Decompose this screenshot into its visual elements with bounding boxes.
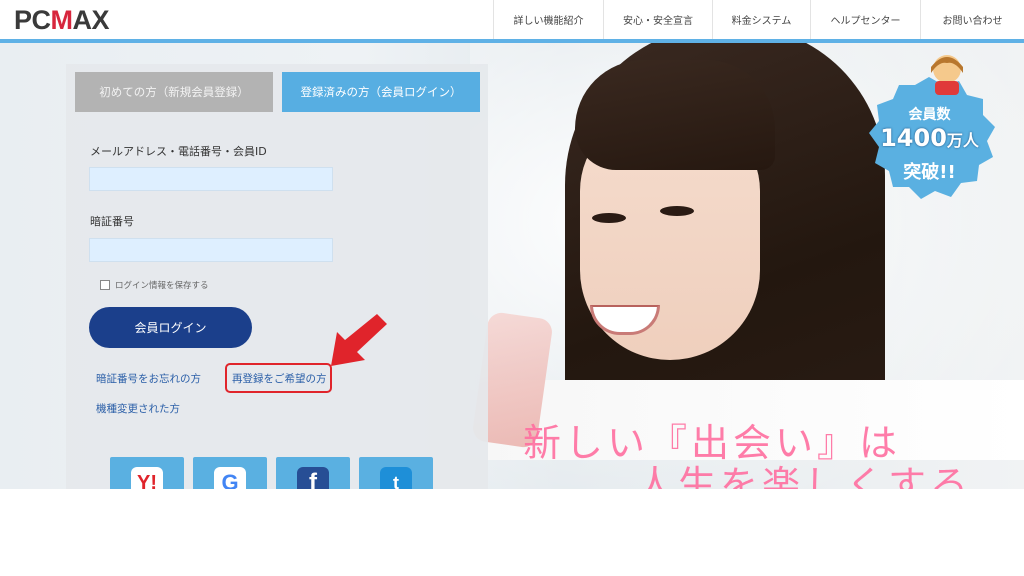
page-bottom-blank bbox=[0, 489, 1024, 576]
nav-help[interactable]: ヘルプセンター bbox=[810, 0, 920, 39]
re-register-link[interactable]: 再登録をご希望の方 bbox=[232, 371, 327, 386]
hero-woman-eye-left bbox=[592, 213, 626, 223]
badge-line1: 会員数 bbox=[908, 107, 951, 123]
badge-number: 1400 bbox=[880, 124, 947, 152]
id-field-label: メールアドレス・電話番号・会員ID bbox=[90, 145, 267, 158]
tab-member-login[interactable]: 登録済みの方（会員ログイン） bbox=[282, 72, 480, 112]
nav-pricing[interactable]: 料金システム bbox=[712, 0, 810, 39]
hero-woman-bangs bbox=[575, 60, 775, 170]
top-nav: 詳しい機能紹介 安心・安全宣言 料金システム ヘルプセンター お問い合わせ bbox=[493, 0, 1024, 39]
logo-text-main: PC bbox=[14, 5, 51, 35]
badge-unit: 万人 bbox=[946, 131, 979, 150]
site-header: PCMAX 詳しい機能紹介 安心・安全宣言 料金システム ヘルプセンター お問い… bbox=[0, 0, 1024, 40]
remember-checkbox[interactable] bbox=[100, 280, 110, 290]
red-arrow-icon bbox=[331, 314, 387, 366]
nav-contact[interactable]: お問い合わせ bbox=[920, 0, 1024, 39]
nav-features[interactable]: 詳しい機能紹介 bbox=[493, 0, 603, 39]
tab-new-registration[interactable]: 初めての方（新規会員登録） bbox=[75, 72, 273, 112]
remember-label: ログイン情報を保存する bbox=[115, 281, 209, 291]
badge-line2: 1400万人 bbox=[857, 124, 1002, 152]
login-panel bbox=[66, 64, 488, 489]
logo-text-rest: AX bbox=[72, 5, 110, 35]
hero-tagline-line1: 新しい『出会い』は bbox=[523, 421, 902, 465]
forgot-password-link[interactable]: 暗証番号をお忘れの方 bbox=[96, 371, 201, 386]
login-button[interactable]: 会員ログイン bbox=[89, 307, 252, 348]
password-field-label: 暗証番号 bbox=[90, 215, 134, 228]
nav-safety[interactable]: 安心・安全宣言 bbox=[603, 0, 712, 39]
password-input[interactable] bbox=[89, 238, 333, 262]
remember-login[interactable]: ログイン情報を保存する bbox=[100, 279, 209, 291]
badge-line3: 突破!! bbox=[903, 162, 956, 183]
logo-text-accent: M bbox=[50, 5, 74, 35]
device-changed-link[interactable]: 機種変更された方 bbox=[96, 401, 180, 416]
id-input[interactable] bbox=[89, 167, 333, 191]
hero-woman-eye-right bbox=[660, 206, 694, 216]
pcmax-logo[interactable]: PCMAX bbox=[14, 5, 110, 36]
